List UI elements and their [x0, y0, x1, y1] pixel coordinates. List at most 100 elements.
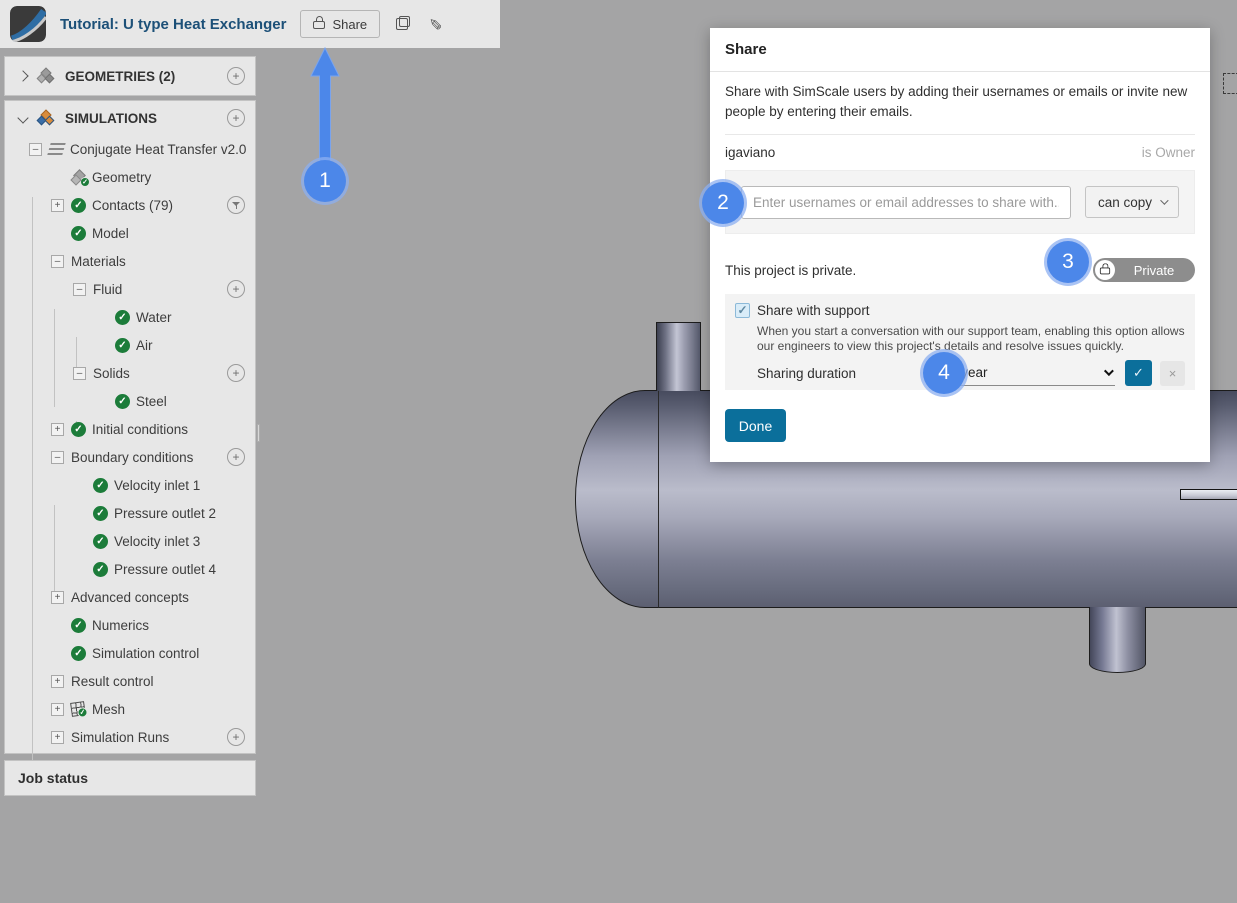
tree-item-materials[interactable]: Materials: [5, 247, 255, 275]
privacy-row: This project is private. Private: [725, 246, 1195, 294]
simscale-workbench: { "topbar": { "title": "Tutorial: U type…: [0, 0, 1237, 903]
expand-icon[interactable]: [51, 423, 64, 436]
tree-item-mesh[interactable]: Mesh: [5, 695, 255, 723]
tree-item-boundary-conditions[interactable]: Boundary conditions: [5, 443, 255, 471]
add-geometry-button[interactable]: [227, 67, 245, 85]
tree-item-steel[interactable]: Steel: [5, 387, 255, 415]
collapse-icon[interactable]: [51, 451, 64, 464]
tree-item-label: Boundary conditions: [71, 450, 193, 465]
dialog-description: Share with SimScale users by adding thei…: [725, 82, 1195, 134]
tree-item-label: Mesh: [92, 702, 125, 717]
cancel-duration-button[interactable]: ×: [1160, 361, 1185, 386]
tree-item-solids[interactable]: Solids: [5, 359, 255, 387]
collapse-icon[interactable]: [73, 283, 86, 296]
share-with-support-checkbox[interactable]: [735, 303, 750, 318]
tree-item-label: Model: [92, 226, 129, 241]
add-button[interactable]: [227, 728, 245, 746]
mesh-icon: [70, 701, 86, 717]
collapse-icon[interactable]: [29, 143, 42, 156]
selection-box-icon[interactable]: [1223, 73, 1237, 94]
heat-exchanger-nozzle-flange: [1180, 489, 1237, 500]
tree-item-label: Velocity inlet 3: [114, 534, 200, 549]
step1-arrow: [305, 46, 345, 166]
topbar: Tutorial: U type Heat Exchanger Share: [0, 0, 500, 48]
tree-item-label: Steel: [136, 394, 167, 409]
confirm-duration-button[interactable]: [1125, 360, 1152, 386]
tree-item-water[interactable]: Water: [5, 303, 255, 331]
tree-item-result-control[interactable]: Result control: [5, 667, 255, 695]
add-simulation-button[interactable]: [227, 109, 245, 127]
status-check-icon: [93, 506, 108, 521]
edit-project-button[interactable]: [426, 12, 443, 36]
invite-input[interactable]: [741, 186, 1071, 219]
geometries-icon: [37, 68, 55, 84]
add-button[interactable]: [227, 364, 245, 382]
privacy-toggle-knob: [1095, 260, 1115, 280]
tree-item-velocity-inlet-1[interactable]: Velocity inlet 1: [5, 471, 255, 499]
status-check-icon: [115, 310, 130, 325]
heat-exchanger-outlet-pipe: [1089, 607, 1146, 673]
permission-dropdown[interactable]: can copy: [1085, 186, 1179, 218]
tree-item-label: Water: [136, 310, 172, 325]
filter-button[interactable]: [227, 196, 245, 214]
copy-icon: [396, 16, 410, 30]
step-badge-2: 2: [702, 182, 744, 224]
tree-item-label: Materials: [71, 254, 126, 269]
tree-item-velocity-inlet-3[interactable]: Velocity inlet 3: [5, 527, 255, 555]
tree-item-simulation-runs[interactable]: Simulation Runs: [5, 723, 255, 751]
add-button[interactable]: [227, 280, 245, 298]
sharing-duration-select[interactable]: 1 year: [950, 361, 1115, 386]
expand-icon[interactable]: [51, 731, 64, 744]
status-check-icon: [115, 394, 130, 409]
tree-item-label: Initial conditions: [92, 422, 188, 437]
tree-item-simulation-control[interactable]: Simulation control: [5, 639, 255, 667]
tree-item-model[interactable]: Model: [5, 219, 255, 247]
tree-item-fluid[interactable]: Fluid: [5, 275, 255, 303]
invite-section: can copy: [725, 170, 1195, 234]
permission-value: can copy: [1098, 195, 1152, 210]
lock-icon: [313, 20, 325, 29]
heat-exchanger-left-cap: [575, 390, 659, 608]
expand-icon[interactable]: [51, 591, 64, 604]
share-with-support-label: Share with support: [757, 303, 870, 318]
share-button[interactable]: Share: [300, 10, 380, 38]
simulations-header-label: SIMULATIONS: [65, 111, 157, 126]
tree-item-label: Advanced concepts: [71, 590, 189, 605]
done-button[interactable]: Done: [725, 409, 786, 442]
add-button[interactable]: [227, 448, 245, 466]
geometries-header-row[interactable]: GEOMETRIES (2): [5, 57, 255, 95]
chevron-down-icon[interactable]: [17, 112, 28, 123]
simulations-icon: [37, 110, 55, 126]
tree-item-label: Velocity inlet 1: [114, 478, 200, 493]
chevron-right-icon[interactable]: [17, 70, 28, 81]
tree-item-pressure-outlet-4[interactable]: Pressure outlet 4: [5, 555, 255, 583]
job-status-label: Job status: [18, 770, 88, 786]
tree-item-numerics[interactable]: Numerics: [5, 611, 255, 639]
tree-item-initial-conditions[interactable]: Initial conditions: [5, 415, 255, 443]
tree-item-pressure-outlet-2[interactable]: Pressure outlet 2: [5, 499, 255, 527]
tree-item-conjugate-heat-transfer-v2-0[interactable]: Conjugate Heat Transfer v2.0: [5, 135, 255, 163]
expand-icon[interactable]: [51, 703, 64, 716]
job-status-panel[interactable]: Job status: [4, 760, 256, 796]
panel-resize-handle[interactable]: [257, 424, 260, 442]
tree-item-advanced-concepts[interactable]: Advanced concepts: [5, 583, 255, 611]
tree-item-contacts-79[interactable]: Contacts (79): [5, 191, 255, 219]
support-description: When you start a conversation with our s…: [757, 324, 1185, 354]
expand-icon[interactable]: [51, 675, 64, 688]
dialog-title: Share: [710, 28, 1210, 72]
simulations-header-row[interactable]: SIMULATIONS: [5, 101, 255, 135]
tree-item-label: Result control: [71, 674, 154, 689]
privacy-toggle[interactable]: Private: [1093, 258, 1195, 282]
tree-item-air[interactable]: Air: [5, 331, 255, 359]
tree-item-label: Air: [136, 338, 153, 353]
expand-icon[interactable]: [51, 199, 64, 212]
tree-item-geometry[interactable]: Geometry: [5, 163, 255, 191]
copy-project-button[interactable]: [394, 14, 412, 35]
collapse-icon[interactable]: [51, 255, 64, 268]
tree-item-label: Simulation control: [92, 646, 199, 661]
status-check-icon: [80, 177, 90, 187]
collapse-icon[interactable]: [73, 367, 86, 380]
step-badge-3: 3: [1047, 241, 1089, 283]
tree-item-label: Pressure outlet 4: [114, 562, 216, 577]
simscale-logo[interactable]: [10, 6, 46, 42]
